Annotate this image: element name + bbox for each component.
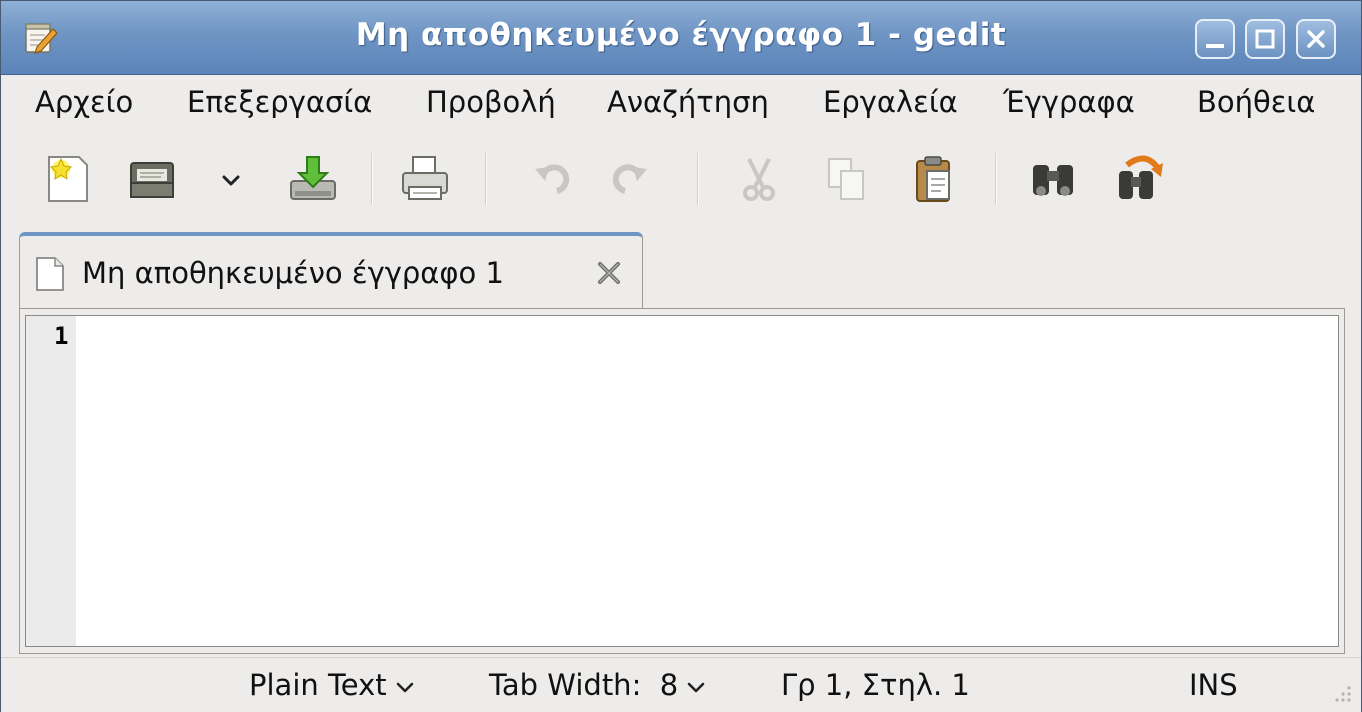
maximize-button[interactable] <box>1245 19 1285 59</box>
title-bar[interactable]: Μη αποθηκευμένο έγγραφο 1 - gedit <box>1 1 1361 75</box>
menu-documents[interactable]: Έγγραφα <box>1003 85 1135 119</box>
chevron-down-icon <box>687 682 705 693</box>
menu-view[interactable]: Προβολή <box>426 85 556 119</box>
paste-icon <box>916 156 950 202</box>
line-number-gutter: 1 <box>26 316 76 646</box>
redo-icon <box>612 164 647 194</box>
toolbar-separator <box>371 153 373 205</box>
open-recent-dropdown[interactable] <box>211 151 251 207</box>
save-button[interactable] <box>285 151 341 207</box>
open-folder-icon <box>130 162 174 198</box>
document-icon <box>34 256 66 292</box>
paste-button[interactable] <box>907 151 963 207</box>
minimize-icon <box>1206 44 1224 48</box>
save-icon <box>290 156 336 200</box>
gedit-window: Μη αποθηκευμένο έγγραφο 1 - gedit Αρχείο… <box>0 0 1362 712</box>
cut-icon <box>743 158 775 201</box>
tab-width-selector[interactable]: Tab Width: 8 <box>489 668 706 702</box>
toolbar-separator <box>697 153 699 205</box>
cut-button[interactable] <box>731 151 787 207</box>
tab-document-1[interactable]: Μη αποθηκευμένο έγγραφο 1 <box>19 232 643 308</box>
tab-label: Μη αποθηκευμένο έγγραφο 1 <box>82 256 504 290</box>
language-selector[interactable]: Plain Text <box>249 668 415 702</box>
tab-width-label: Tab Width: 8 <box>489 668 679 702</box>
undo-button[interactable] <box>523 151 579 207</box>
menu-edit[interactable]: Επεξεργασία <box>187 85 372 119</box>
find-replace-button[interactable] <box>1111 151 1167 207</box>
toolbar <box>1 131 1361 227</box>
menu-tools[interactable]: Εργαλεία <box>823 85 958 119</box>
minimize-button[interactable] <box>1195 19 1235 59</box>
copy-icon <box>828 158 864 200</box>
text-editor[interactable]: 1 <box>25 315 1339 647</box>
toolbar-separator <box>485 153 487 205</box>
menu-bar: Αρχείο Επεξεργασία Προβολή Αναζήτηση Εργ… <box>1 75 1361 131</box>
resize-grip-icon[interactable] <box>1323 678 1353 708</box>
chevron-down-icon <box>222 175 240 186</box>
menu-search[interactable]: Αναζήτηση <box>607 85 769 119</box>
close-button[interactable] <box>1296 19 1336 59</box>
undo-icon <box>535 164 570 194</box>
print-icon <box>402 156 448 200</box>
cursor-position: Γρ 1, Στηλ. 1 <box>781 668 970 702</box>
new-document-icon <box>48 156 88 202</box>
menu-help[interactable]: Βοήθεια <box>1197 85 1315 119</box>
open-button[interactable] <box>125 151 181 207</box>
find-button[interactable] <box>1025 151 1081 207</box>
new-document-button[interactable] <box>41 151 97 207</box>
copy-button[interactable] <box>819 151 875 207</box>
window-title: Μη αποθηκευμένο έγγραφο 1 - gedit <box>355 17 1007 53</box>
close-icon <box>1307 30 1325 48</box>
insert-mode: INS <box>1189 668 1238 702</box>
find-icon <box>1033 165 1073 196</box>
toolbar-separator <box>995 153 997 205</box>
redo-button[interactable] <box>603 151 659 207</box>
print-button[interactable] <box>397 151 453 207</box>
maximize-icon <box>1255 29 1275 49</box>
menu-file[interactable]: Αρχείο <box>35 85 133 119</box>
status-bar: Plain Text Tab Width: 8 Γρ 1, Στηλ. 1 IN… <box>1 657 1361 712</box>
tab-close-icon[interactable] <box>592 256 626 290</box>
language-label: Plain Text <box>249 668 387 702</box>
line-number: 1 <box>54 322 69 350</box>
find-replace-icon <box>1119 155 1163 199</box>
chevron-down-icon <box>396 682 413 693</box>
